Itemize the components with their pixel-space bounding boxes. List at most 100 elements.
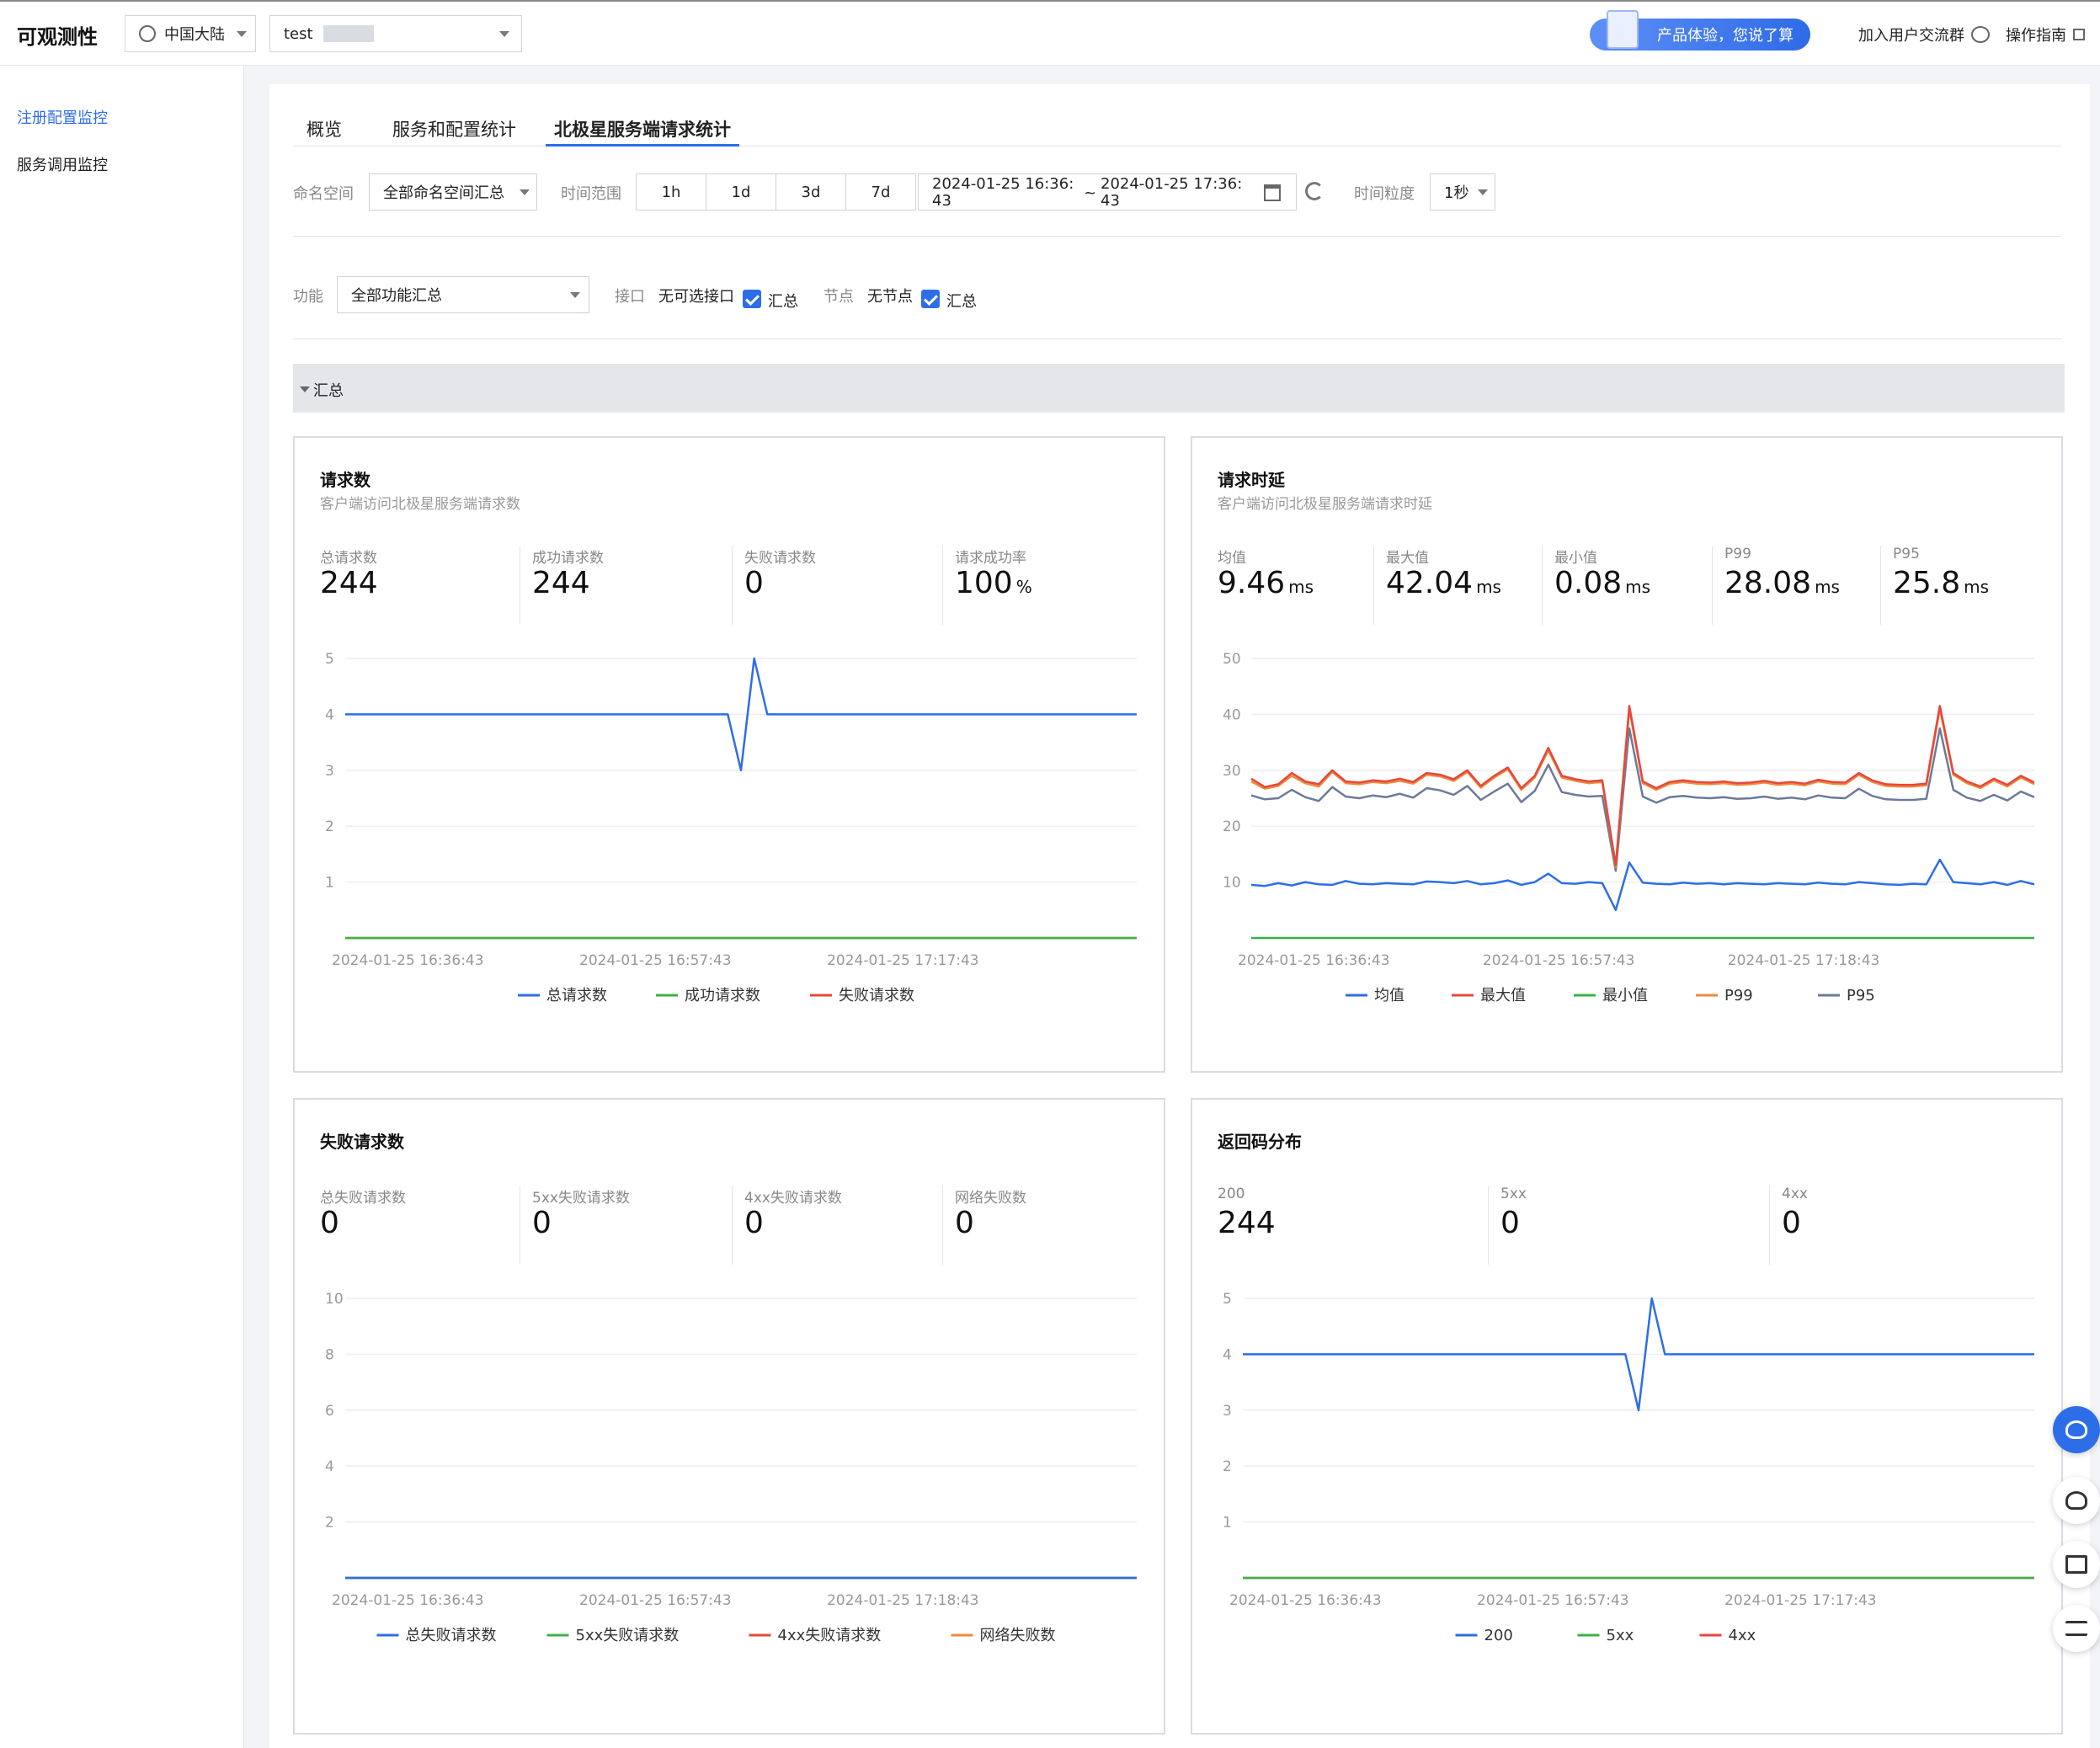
status-codes-chart: 1 2 3 4 5 2024-01-25 16:36:43 2024-01-25 16:57… xyxy=(1223,1291,2034,1644)
series-line xyxy=(1250,727,2035,872)
start-datetime-line2: 43 xyxy=(932,192,951,210)
y-tick-label: 4 xyxy=(1223,1346,1232,1363)
interface-value: 无可选接口 xyxy=(658,288,734,306)
summary-section-header[interactable]: 汇总 xyxy=(293,364,2065,413)
instance-select[interactable]: test xyxy=(269,15,522,52)
region-value: 中国大陆 xyxy=(164,26,225,44)
namespace-label: 命名空间 xyxy=(293,185,354,203)
y-tick-label: 30 xyxy=(1223,763,1241,780)
caret-down-icon xyxy=(300,386,310,392)
menu-button[interactable] xyxy=(2053,1605,2100,1652)
requests-card: 请求数 客户端访问北极星服务端请求数 总请求数 244 成功请求数 244 失败… xyxy=(293,436,1165,1073)
range-separator: ~ xyxy=(1084,184,1097,202)
range-1h-button[interactable]: 1h xyxy=(636,173,706,211)
sidebar-item-service-call-monitor[interactable]: 服务调用监控 xyxy=(17,153,108,175)
sidebar: 注册配置监控 服务调用监控 xyxy=(0,66,244,1748)
legend-label: 最大值 xyxy=(1480,987,1526,1005)
namespace-value: 全部命名空间汇总 xyxy=(383,184,504,202)
interface-summary-checkbox[interactable] xyxy=(743,290,761,308)
region-select[interactable]: 中国大陆 xyxy=(125,15,256,52)
legend-label: 4xx失败请求数 xyxy=(778,1627,882,1644)
range-3d-button[interactable]: 3d xyxy=(776,173,846,211)
tab-service-config-stats[interactable]: 服务和配置统计 xyxy=(392,116,516,147)
function-select[interactable]: 全部功能汇总 xyxy=(337,276,589,313)
x-tick-label: 2024-01-25 16:57:43 xyxy=(579,1592,732,1609)
external-link-icon xyxy=(2073,29,2085,40)
legend-label: P99 xyxy=(1724,987,1753,1005)
node-label: 节点 xyxy=(823,288,854,306)
sidebar-item-registry-monitor[interactable]: 注册配置监控 xyxy=(17,106,108,128)
y-tick-label: 1 xyxy=(325,875,334,892)
calendar-icon xyxy=(1264,184,1281,201)
x-tick-label: 2024-01-25 16:36:43 xyxy=(332,1592,484,1609)
y-tick-label: 2 xyxy=(325,818,334,835)
time-range-label: 时间范围 xyxy=(561,185,621,203)
x-tick-label: 2024-01-25 16:57:43 xyxy=(1483,952,1635,969)
legend-label: 网络失败数 xyxy=(980,1627,1056,1644)
promo-text: 产品体验，您说了算 xyxy=(1657,27,1794,45)
x-tick-label: 2024-01-25 16:36:43 xyxy=(1238,952,1390,969)
legend-label: 失败请求数 xyxy=(839,987,914,1005)
legend-label: P95 xyxy=(1847,987,1875,1005)
feedback-promo-button[interactable]: 产品体验，您说了算 xyxy=(1590,10,1810,51)
join-group-link[interactable]: 加入用户交流群 xyxy=(1858,24,1990,45)
time-range-buttons: 1h 1d 3d 7d xyxy=(636,173,916,211)
docs-button[interactable] xyxy=(2053,1541,2100,1588)
y-tick-label: 4 xyxy=(325,1458,334,1475)
y-tick-label: 1 xyxy=(1223,1515,1232,1532)
legend-label: 总请求数 xyxy=(546,987,607,1005)
cloud-button[interactable] xyxy=(2053,1477,2100,1524)
y-tick-label: 40 xyxy=(1223,706,1241,723)
top-bar: 可观测性 中国大陆 test 产品体验，您说了算 加入用户交流群 操作指南 xyxy=(0,0,2100,66)
guide-label: 操作指南 xyxy=(2006,27,2066,45)
y-tick-label: 5 xyxy=(1223,1291,1232,1308)
x-tick-label: 2024-01-25 17:17:43 xyxy=(1724,1592,1877,1609)
y-tick-label: 3 xyxy=(1223,1403,1232,1420)
function-value: 全部功能汇总 xyxy=(351,287,442,305)
y-tick-label: 2 xyxy=(1223,1458,1232,1475)
tab-overview[interactable]: 概览 xyxy=(306,116,342,147)
legend-label: 5xx失败请求数 xyxy=(576,1627,680,1644)
refresh-icon[interactable] xyxy=(1305,182,1324,200)
legend-label: 5xx xyxy=(1607,1627,1634,1644)
interface-summary-label: 汇总 xyxy=(768,293,798,311)
node-summary-label: 汇总 xyxy=(946,293,977,311)
requests-chart: 1 2 3 4 5 2024-01-25 16:36:43 2024-01-25 16:57… xyxy=(325,651,1137,1005)
document-icon xyxy=(1607,10,1639,49)
y-tick-label: 50 xyxy=(1223,651,1241,668)
node-value: 无节点 xyxy=(867,288,913,306)
guide-link[interactable]: 操作指南 xyxy=(2006,24,2085,45)
range-7d-button[interactable]: 7d xyxy=(845,173,916,211)
y-tick-label: 6 xyxy=(325,1403,334,1420)
range-1d-button[interactable]: 1d xyxy=(706,173,776,211)
granularity-select[interactable]: 1秒 xyxy=(1430,173,1495,211)
date-range-picker[interactable]: 2024-01-25 16:36: 43 ~ 2024-01-25 17:36:… xyxy=(918,173,1297,211)
x-tick-label: 2024-01-25 16:57:43 xyxy=(1477,1592,1629,1609)
list-icon xyxy=(2065,1621,2087,1636)
y-tick-label: 8 xyxy=(325,1346,334,1363)
tab-bar: 概览 服务和配置统计 北极星服务端请求统计 xyxy=(293,116,2061,147)
y-tick-label: 4 xyxy=(325,706,334,723)
chat-icon xyxy=(1971,26,1990,43)
node-summary-checkbox[interactable] xyxy=(921,290,940,308)
failures-card: 失败请求数 总失败请求数 0 5xx失败请求数 0 4xx失败请求数 0 网络失… xyxy=(293,1098,1165,1735)
chevron-down-icon xyxy=(1478,189,1488,195)
interface-label: 接口 xyxy=(615,288,645,306)
cloud-icon xyxy=(2065,1491,2087,1510)
join-group-label: 加入用户交流群 xyxy=(1858,27,1964,45)
namespace-select[interactable]: 全部命名空间汇总 xyxy=(369,173,537,211)
tab-server-request-stats[interactable]: 北极星服务端请求统计 xyxy=(546,116,739,147)
divider xyxy=(293,338,2061,339)
granularity-value: 1秒 xyxy=(1444,184,1469,202)
granularity-label: 时间粒度 xyxy=(1354,185,1415,203)
legend-label: 总失败请求数 xyxy=(406,1627,497,1644)
chevron-down-icon xyxy=(237,31,247,37)
status-codes-card: 返回码分布 200 244 5xx 0 4xx 0 1 2 3 4 5 2024-01-2… xyxy=(1191,1098,2063,1735)
headset-icon xyxy=(2065,1420,2087,1439)
chevron-down-icon xyxy=(570,292,580,298)
x-tick-label: 2024-01-25 17:17:43 xyxy=(827,952,979,969)
x-tick-label: 2024-01-25 16:36:43 xyxy=(1229,1592,1382,1609)
support-button[interactable] xyxy=(2053,1406,2100,1453)
y-tick-label: 10 xyxy=(1223,875,1241,892)
x-tick-label: 2024-01-25 16:57:43 xyxy=(579,952,732,969)
